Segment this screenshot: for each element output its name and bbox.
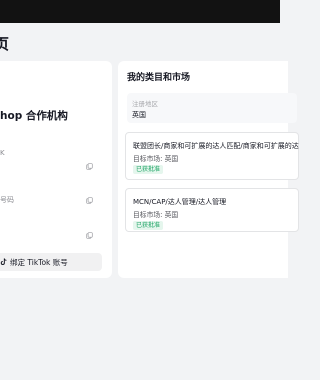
bind-tiktok-label: 绑定 TikTok 账号 bbox=[10, 257, 68, 267]
tiktok-icon bbox=[0, 258, 7, 265]
org-name: hop 合作机构 bbox=[0, 110, 68, 122]
target-market: 目标市场: 英国 bbox=[133, 211, 179, 219]
target-market: 目标市场: 英国 bbox=[133, 155, 179, 163]
bind-tiktok-button[interactable]: 绑定 TikTok 账号 bbox=[0, 253, 102, 271]
page-title: 页 bbox=[0, 35, 10, 53]
category-name: MCN/CAP/达人管理/达人管理 bbox=[133, 198, 227, 206]
status-badge: 已获批准 bbox=[133, 221, 164, 230]
org-profile-card: hop 合作机构 K 号码 绑定 TikTok 账号 bbox=[0, 61, 112, 278]
categories-markets-card: 我的类目和市场 注册地区 英国 联盟团长/商家和可扩展的达人匹配/商家和可扩展的… bbox=[118, 61, 299, 278]
copy-icon[interactable] bbox=[86, 163, 93, 170]
status-badge: 已获批准 bbox=[133, 165, 164, 174]
field-label-2: 号码 bbox=[0, 196, 14, 204]
registered-region-field: 注册地区 英国 bbox=[127, 93, 297, 123]
top-nav-bar bbox=[0, 0, 280, 23]
copy-icon[interactable] bbox=[86, 197, 93, 204]
category-name: 联盟团长/商家和可扩展的达人匹配/商家和可扩展的达 bbox=[133, 142, 299, 150]
section-title: 我的类目和市场 bbox=[127, 73, 191, 83]
field-label-1: K bbox=[0, 149, 5, 157]
category-item: MCN/CAP/达人管理/达人管理 目标市场: 英国 已获批准 bbox=[125, 188, 299, 232]
region-value: 英国 bbox=[132, 111, 146, 119]
region-label: 注册地区 bbox=[132, 100, 158, 108]
copy-icon[interactable] bbox=[86, 232, 93, 239]
category-item: 联盟团长/商家和可扩展的达人匹配/商家和可扩展的达 目标市场: 英国 已获批准 bbox=[125, 132, 299, 180]
